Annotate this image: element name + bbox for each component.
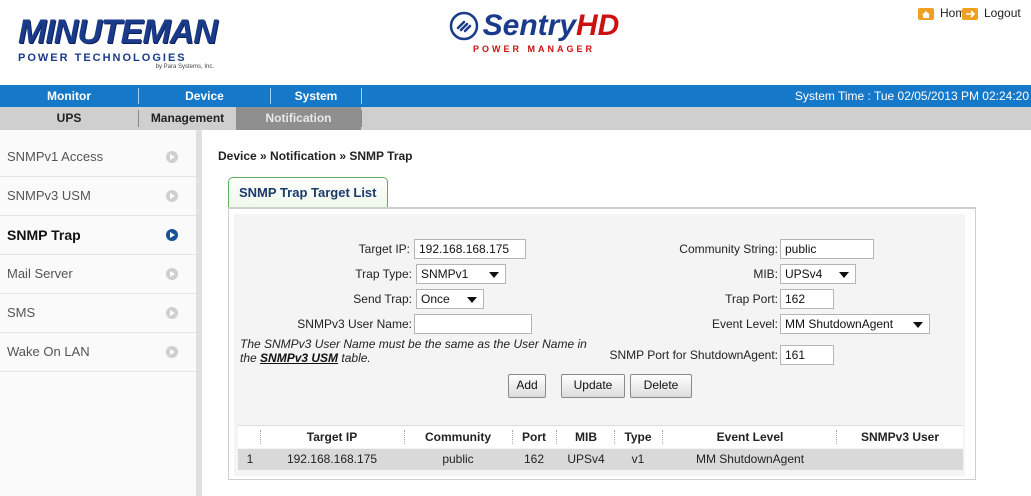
col-type: Type bbox=[624, 430, 652, 444]
trap-type-label: Trap Type: bbox=[355, 267, 412, 281]
mib-value: UPSv4 bbox=[785, 267, 823, 281]
cell-port: 162 bbox=[523, 452, 545, 466]
col-community: Community bbox=[425, 430, 491, 444]
nav-device[interactable]: Device bbox=[139, 85, 270, 107]
cell-mib: UPSv4 bbox=[567, 452, 605, 466]
cell-community: public bbox=[442, 452, 474, 466]
sidebar: SNMPv1 Access SNMPv3 USM SNMP Trap Mail … bbox=[0, 130, 202, 496]
minuteman-logo: MINUTEMAN POWER TECHNOLOGIES by Para Sys… bbox=[18, 14, 228, 74]
send-trap-label: Send Trap: bbox=[353, 292, 412, 306]
trap-port-input[interactable] bbox=[780, 289, 834, 309]
chevron-down-icon bbox=[913, 322, 923, 328]
home-icon bbox=[918, 8, 934, 20]
table-row[interactable]: 1 192.168.168.175 public 162 UPSv4 v1 MM… bbox=[238, 449, 963, 470]
sidebar-item-wake-on-lan[interactable]: Wake On LAN bbox=[0, 333, 196, 372]
chevron-right-icon bbox=[166, 346, 178, 358]
cell-snmpv3-user bbox=[838, 449, 962, 470]
mib-label: MIB: bbox=[753, 267, 778, 281]
nav-system[interactable]: System bbox=[271, 85, 361, 107]
brand-subtitle: POWER TECHNOLOGIES bbox=[18, 52, 187, 64]
snmpv3-user-input[interactable] bbox=[414, 314, 532, 334]
snmpv3-note: The SNMPv3 User Name must be the same as… bbox=[240, 337, 590, 365]
chevron-right-icon bbox=[166, 190, 178, 202]
col-port: Port bbox=[522, 430, 546, 444]
sentryhd-logo: SentryHD POWER MANAGER bbox=[444, 10, 624, 74]
subnav-notification[interactable]: Notification bbox=[236, 107, 361, 130]
sidebar-item-snmpv3-usm[interactable]: SNMPv3 USM bbox=[0, 177, 196, 216]
header: MINUTEMAN POWER TECHNOLOGIES by Para Sys… bbox=[0, 0, 1031, 85]
trap-type-value: SNMPv1 bbox=[421, 267, 469, 281]
sidebar-item-label: SNMP Trap bbox=[7, 227, 81, 243]
cell-target-ip: 192.168.168.175 bbox=[286, 452, 378, 466]
brand-name: MINUTEMAN bbox=[18, 13, 218, 51]
shutdown-port-label: SNMP Port for ShutdownAgent: bbox=[609, 348, 778, 362]
chevron-down-icon bbox=[489, 272, 499, 278]
cell-event-level: MM ShutdownAgent bbox=[695, 452, 805, 466]
cell-index: 1 bbox=[246, 452, 254, 466]
product-name: Sentry bbox=[482, 9, 577, 42]
tab-snmp-trap-target-list[interactable]: SNMP Trap Target List bbox=[228, 177, 388, 208]
chevron-down-icon bbox=[467, 297, 477, 303]
sub-nav: UPS Management Notification bbox=[0, 107, 1031, 130]
subnav-management[interactable]: Management bbox=[139, 107, 236, 130]
community-string-input[interactable] bbox=[780, 239, 874, 259]
chevron-down-icon bbox=[839, 272, 849, 278]
sidebar-item-label: SNMPv1 Access bbox=[7, 149, 104, 164]
col-snmpv3-user: SNMPv3 User bbox=[860, 430, 940, 444]
event-level-label: Event Level: bbox=[711, 317, 778, 331]
trap-type-select[interactable]: SNMPv1 bbox=[416, 264, 506, 284]
logout-label: Logout bbox=[984, 6, 1021, 20]
product-subtitle: POWER MANAGER bbox=[473, 44, 595, 54]
sidebar-item-label: Wake On LAN bbox=[7, 344, 90, 359]
system-time: System Time : Tue 02/05/2013 PM 02:24:20 bbox=[794, 89, 1029, 103]
col-event-level: Event Level bbox=[716, 430, 784, 444]
add-button[interactable]: Add bbox=[508, 374, 546, 398]
sidebar-item-snmp-trap[interactable]: SNMP Trap bbox=[0, 216, 196, 255]
sidebar-item-mail-server[interactable]: Mail Server bbox=[0, 255, 196, 294]
cell-type: v1 bbox=[631, 452, 645, 466]
target-ip-label: Target IP: bbox=[358, 242, 410, 256]
send-trap-value: Once bbox=[421, 292, 450, 306]
power-plug-icon bbox=[449, 11, 478, 41]
update-button[interactable]: Update bbox=[561, 374, 625, 398]
subnav-ups[interactable]: UPS bbox=[0, 107, 138, 130]
col-target-ip: Target IP bbox=[306, 430, 358, 444]
table-header: Target IP Community Port MIB Type Event … bbox=[238, 425, 963, 448]
snmpv3-usm-link[interactable]: SNMPv3 USM bbox=[260, 351, 338, 365]
logout-icon bbox=[962, 8, 978, 20]
sidebar-item-label: SMS bbox=[7, 305, 36, 320]
breadcrumb: Device » Notification » SNMP Trap bbox=[218, 149, 413, 163]
chevron-right-icon bbox=[166, 151, 178, 163]
main-nav: Monitor Device System System Time : Tue … bbox=[0, 85, 1031, 107]
trap-port-label: Trap Port: bbox=[725, 292, 778, 306]
mib-select[interactable]: UPSv4 bbox=[780, 264, 856, 284]
delete-button[interactable]: Delete bbox=[630, 374, 692, 398]
sidebar-item-sms[interactable]: SMS bbox=[0, 294, 196, 333]
sidebar-item-label: SNMPv3 USM bbox=[7, 188, 91, 203]
col-mib: MIB bbox=[575, 430, 597, 444]
nav-monitor[interactable]: Monitor bbox=[0, 85, 138, 107]
shutdown-port-input[interactable] bbox=[780, 345, 834, 365]
chevron-right-icon bbox=[166, 229, 178, 241]
sidebar-item-label: Mail Server bbox=[7, 266, 73, 281]
chevron-right-icon bbox=[166, 307, 178, 319]
logout-link[interactable]: Logout bbox=[962, 6, 1021, 20]
community-string-label: Community String: bbox=[679, 242, 778, 256]
sidebar-item-snmpv1-access[interactable]: SNMPv1 Access bbox=[0, 138, 196, 177]
send-trap-select[interactable]: Once bbox=[416, 289, 484, 309]
event-level-select[interactable]: MM ShutdownAgent bbox=[780, 314, 930, 334]
product-suffix: HD bbox=[576, 9, 620, 42]
target-ip-input[interactable] bbox=[414, 239, 526, 259]
event-level-value: MM ShutdownAgent bbox=[785, 317, 894, 331]
note-text-end: table. bbox=[341, 351, 371, 365]
chevron-right-icon bbox=[166, 268, 178, 280]
snmpv3-user-label: SNMPv3 User Name: bbox=[297, 317, 412, 331]
brand-tagline: by Para Systems, Inc. bbox=[155, 64, 214, 70]
